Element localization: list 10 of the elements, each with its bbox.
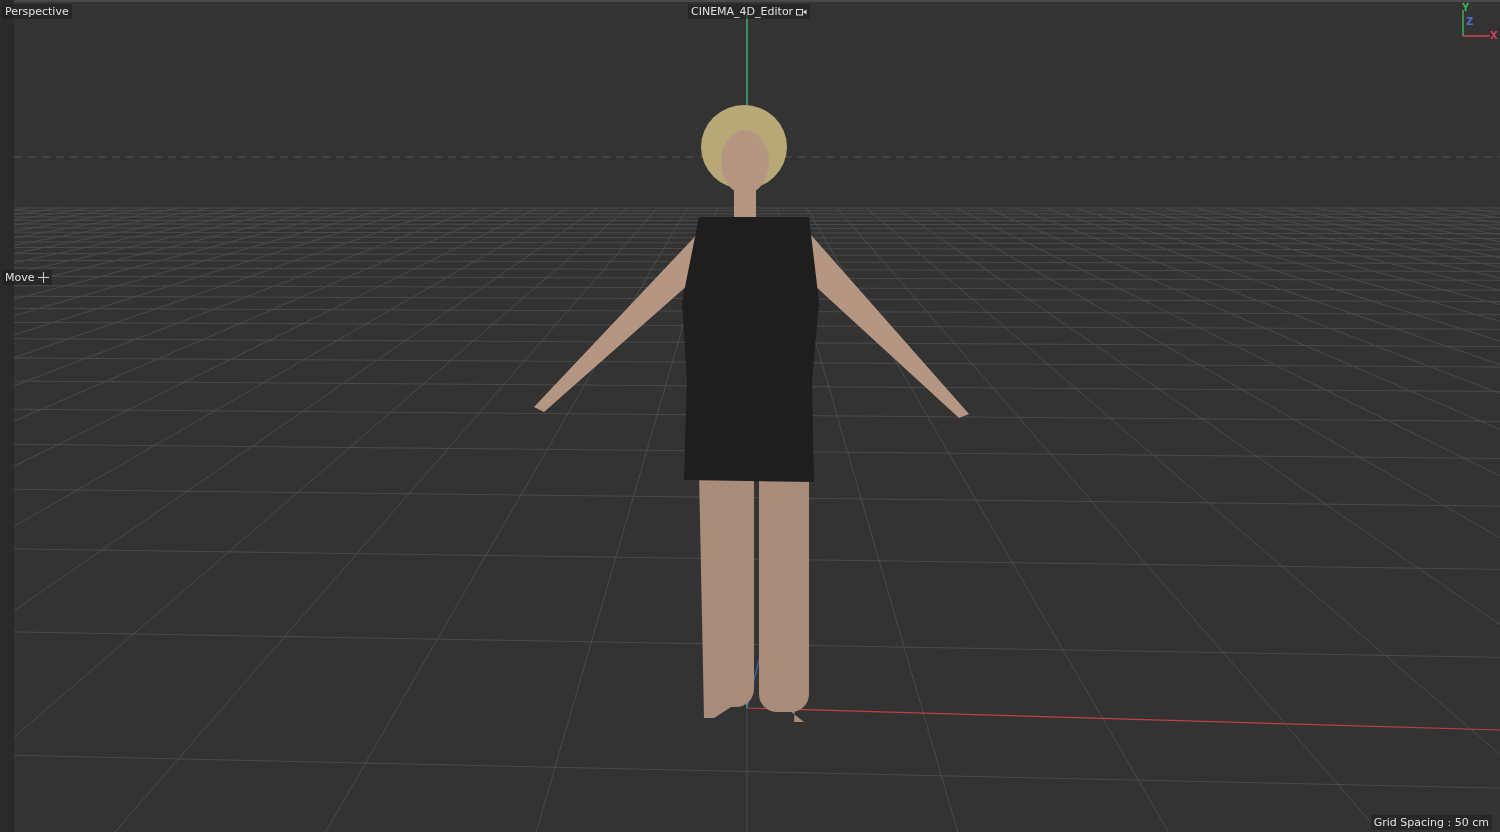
grid-spacing-label: Grid Spacing : 50 cm: [1370, 815, 1492, 830]
axis-label: Y: [1462, 2, 1470, 13]
camera-icon: [796, 7, 808, 16]
axis-label: Z: [1466, 16, 1474, 27]
axis-label: X: [1490, 30, 1498, 41]
camera-name[interactable]: CINEMA_4D_Editor: [688, 4, 811, 19]
tool-name: Move: [5, 271, 35, 284]
move-icon: [37, 272, 49, 283]
camera-name-text: CINEMA_4D_Editor: [691, 5, 794, 18]
camera-label[interactable]: Perspective: [2, 4, 72, 19]
